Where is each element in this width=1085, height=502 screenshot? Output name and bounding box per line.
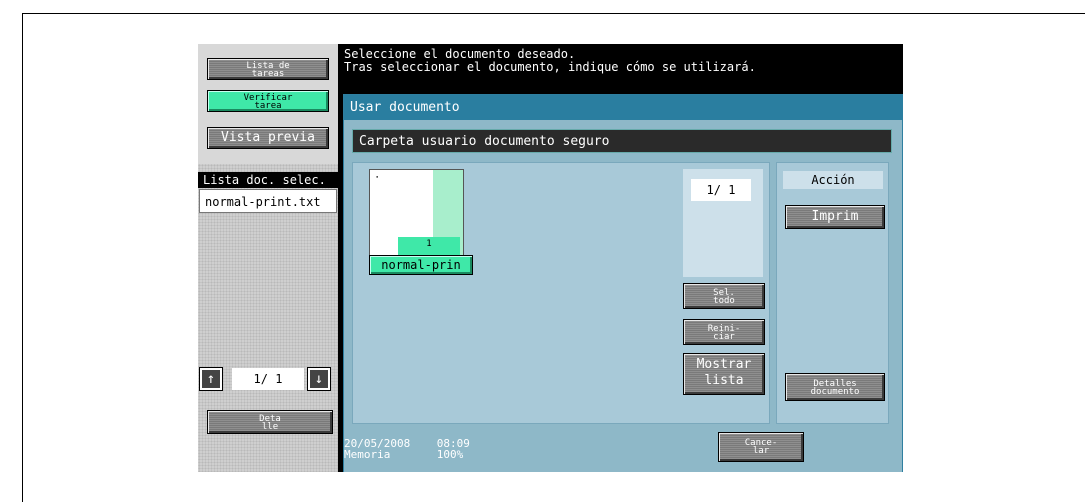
document-thumbnail[interactable]: ▪ 1: [369, 169, 464, 266]
mostrar-lista-button[interactable]: Mostrar lista: [683, 353, 765, 395]
message-line-1: Seleccione el documento deseado.: [344, 47, 576, 61]
usar-documento-panel: Usar documento Carpeta usuario documento…: [343, 94, 903, 472]
detalles-documento-button[interactable]: Detalles documento: [785, 373, 885, 401]
down-arrow-icon[interactable]: ↓: [307, 367, 331, 391]
left-pager: ↑ 1/ 1 ↓: [198, 366, 338, 394]
status-footer: 20/05/2008 08:09 Memoria 100%: [344, 438, 744, 460]
detalle-label: Deta lle: [259, 414, 281, 432]
footer-memory-label: Memoria: [344, 448, 391, 461]
lista-doc-item[interactable]: normal-print.txt: [199, 189, 337, 213]
footer-memory-value: 100%: [436, 448, 464, 461]
cancelar-label: Cance- lar: [744, 438, 778, 456]
sel-todo-button[interactable]: Sel. todo: [683, 283, 765, 309]
instruction-message: Seleccione el documento deseado. Tras se…: [344, 48, 894, 74]
document-area: ▪ 1 normal-prin 1/ 1 Sel. todo Reini- ci…: [352, 162, 770, 424]
reiniciar-label: Reini- ciar: [707, 324, 741, 342]
mostrar-lista-label: Mostrar lista: [696, 357, 752, 388]
detalle-button[interactable]: Deta lle: [207, 410, 333, 434]
reiniciar-button[interactable]: Reini- ciar: [683, 319, 765, 345]
thumbnail-label[interactable]: normal-prin: [369, 255, 473, 275]
lista-doc-header: Lista doc. selec.: [198, 172, 338, 188]
thumbnail-mark: ▪: [376, 174, 379, 179]
panel-title: Usar documento: [344, 95, 903, 120]
detalles-documento-label: Detalles documento: [810, 379, 860, 397]
left-panel: Lista de tareas Verificar tarea Vista pr…: [198, 44, 338, 472]
sel-todo-label: Sel. todo: [713, 288, 735, 306]
verificar-tarea-button[interactable]: Verificar tarea: [207, 90, 329, 112]
message-line-2: Tras seleccionar el documento, indique c…: [344, 60, 756, 74]
cancelar-button[interactable]: Cance- lar: [718, 432, 804, 462]
lista-tareas-button[interactable]: Lista de tareas: [207, 58, 329, 80]
action-panel: Acción Imprim Detalles documento: [776, 162, 889, 424]
up-arrow-icon[interactable]: ↑: [199, 367, 223, 391]
control-panel-screen: Lista de tareas Verificar tarea Vista pr…: [198, 44, 903, 472]
left-page-indicator: 1/ 1: [232, 368, 304, 390]
imprim-button[interactable]: Imprim: [785, 205, 885, 229]
folder-name: Carpeta usuario documento seguro: [352, 129, 892, 153]
verificar-tarea-label: Verificar tarea: [243, 93, 293, 111]
vista-previa-button[interactable]: Vista previa: [207, 127, 329, 149]
accion-header: Acción: [783, 171, 883, 189]
page-indicator-box: 1/ 1: [683, 169, 763, 277]
lista-tareas-label: Lista de tareas: [246, 61, 290, 79]
main-page-indicator: 1/ 1: [691, 179, 751, 201]
